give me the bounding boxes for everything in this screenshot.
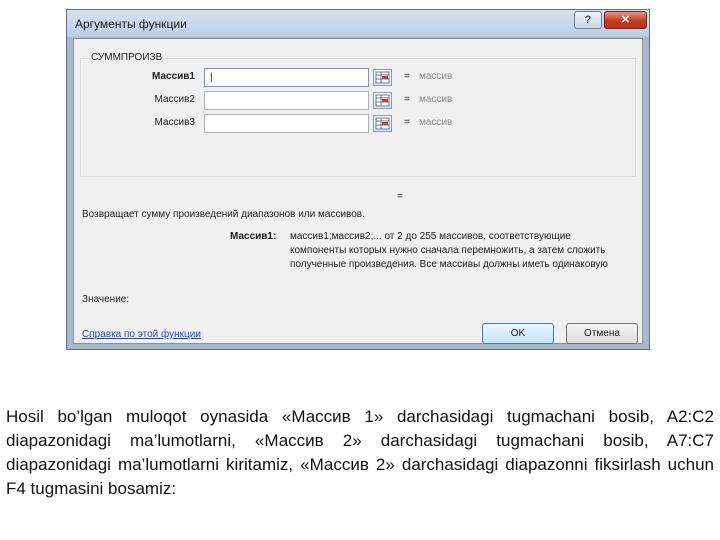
arg-label-massiv2: Массив2 [154, 94, 195, 105]
collapse-button-massiv1[interactable] [373, 69, 392, 86]
range-select-icon [375, 117, 390, 130]
function-description: Возвращает сумму произведений диапазонов… [82, 209, 365, 220]
arg-input-massiv2[interactable] [204, 91, 369, 110]
range-select-icon [375, 94, 390, 107]
close-button[interactable]: ✕ [604, 11, 647, 29]
close-icon: ✕ [620, 14, 631, 26]
arg-equals-3: = [404, 117, 410, 128]
arg-result-2: массив [419, 94, 453, 105]
function-name: СУММПРОИЗВ [90, 52, 164, 63]
arg-result-1: массив [419, 71, 453, 82]
arg-help-label: Массив1: [230, 231, 277, 242]
dialog-body: СУММПРОИЗВ Массив1 = массив Массив2 [73, 38, 643, 344]
formula-result-equals: = [397, 191, 403, 202]
arg-equals-1: = [404, 71, 410, 82]
slide-caption: Hosil bo’lgan muloqot oynasida «Массив 1… [6, 407, 714, 498]
help-button[interactable]: ? [574, 11, 602, 29]
dialog-title: Аргументы функции [75, 17, 187, 31]
arguments-group: СУММПРОИЗВ Массив1 = массив Массив2 [80, 52, 636, 177]
arg-help-line-3: полученные произведения. Все массивы дол… [290, 259, 608, 270]
arg-help-line-2: компоненты которых нужно сначала перемно… [290, 245, 606, 256]
arg-label-massiv1: Массив1 [152, 71, 195, 82]
cancel-button[interactable]: Отмена [566, 323, 638, 344]
range-select-icon [375, 71, 390, 84]
arg-label-massiv3: Массив3 [154, 117, 195, 128]
arg-result-3: массив [419, 117, 453, 128]
arg-equals-2: = [404, 94, 410, 105]
question-icon: ? [584, 14, 592, 26]
arg-help-line-1: массив1;массив2;... от 2 до 255 массивов… [290, 231, 571, 242]
arg-input-massiv3[interactable] [204, 114, 369, 133]
help-link[interactable]: Справка по этой функции [82, 329, 201, 340]
title-bar[interactable]: Аргументы функции ? ✕ [67, 10, 649, 37]
function-arguments-dialog: Аргументы функции ? ✕ СУММПРОИЗВ Массив1 [66, 9, 650, 350]
collapse-button-massiv2[interactable] [373, 92, 392, 109]
collapse-button-massiv3[interactable] [373, 115, 392, 132]
arg-input-massiv1[interactable] [204, 68, 369, 87]
ok-button[interactable]: OK [482, 323, 554, 344]
value-label: Значение: [82, 294, 130, 305]
